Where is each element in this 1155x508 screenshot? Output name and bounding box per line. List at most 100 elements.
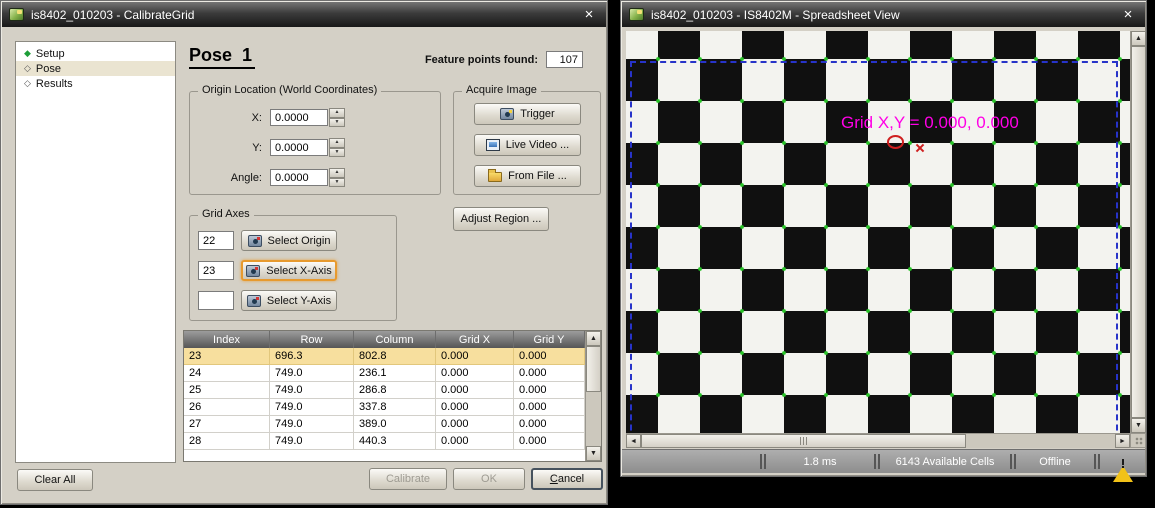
scroll-left-icon[interactable]: ◄: [626, 434, 641, 448]
acquisition-time-status: 1.8 ms: [767, 450, 873, 473]
spin-down-icon[interactable]: ▼: [329, 148, 345, 158]
from-file-button[interactable]: From File ...: [474, 165, 581, 187]
calibration-image-viewport[interactable]: Grid X,Y = 0.000, 0.000: [626, 31, 1130, 433]
table-header-cell[interactable]: Grid Y: [514, 331, 585, 348]
vertical-scrollbar[interactable]: ▲ ▼: [1130, 31, 1146, 433]
trigger-button[interactable]: Trigger: [474, 103, 581, 125]
table-header-cell[interactable]: Grid X: [436, 331, 514, 348]
origin-cell-input[interactable]: 22: [198, 231, 234, 250]
origin-marker-circle: [887, 135, 904, 149]
x-field-row: X: 0.0000 ▲ ▼: [198, 108, 345, 127]
table-row[interactable]: 24749.0236.10.0000.000: [184, 365, 585, 382]
tree-item-label: Pose: [36, 63, 61, 75]
folder-icon: [488, 172, 502, 182]
ok-button[interactable]: OK: [453, 468, 525, 490]
scroll-down-icon[interactable]: ▼: [1131, 418, 1146, 433]
origin-location-group: Origin Location (World Coordinates) X: 0…: [189, 91, 441, 195]
table-cell: 0.000: [514, 365, 585, 382]
tree-item-pose[interactable]: ◇ Pose: [16, 61, 175, 76]
window-title: is8402_010203 - IS8402M - Spreadsheet Vi…: [651, 8, 900, 22]
scrollbar-thumb[interactable]: [586, 346, 601, 392]
angle-input[interactable]: 0.0000: [270, 169, 328, 186]
table-cell: 440.3: [354, 433, 436, 450]
x-input[interactable]: 0.0000: [270, 109, 328, 126]
table-cell: 802.8: [354, 348, 436, 365]
spin-down-icon[interactable]: ▼: [329, 178, 345, 188]
scroll-down-icon[interactable]: ▼: [586, 446, 601, 461]
origin-axis-row: 22 Select Origin: [198, 230, 337, 251]
scrollbar-track[interactable]: [586, 392, 601, 446]
table-cell: 749.0: [270, 433, 354, 450]
spin-up-icon[interactable]: ▲: [329, 108, 345, 118]
tree-item-setup[interactable]: ◆ Setup: [16, 46, 175, 61]
select-y-axis-button[interactable]: Select Y-Axis: [241, 290, 337, 311]
table-header-cell[interactable]: Index: [184, 331, 270, 348]
origin-marker-cross: [915, 143, 925, 153]
live-video-button[interactable]: Live Video ...: [474, 134, 581, 156]
clear-all-button-label: Clear All: [35, 474, 76, 486]
camera-icon: [500, 108, 514, 120]
trigger-button-label: Trigger: [520, 108, 554, 120]
spreadsheet-view-titlebar[interactable]: is8402_010203 - IS8402M - Spreadsheet Vi…: [622, 2, 1145, 27]
spin-up-icon[interactable]: ▲: [329, 168, 345, 178]
close-icon[interactable]: ×: [1118, 7, 1138, 22]
grid-axes-group-label: Grid Axes: [198, 208, 254, 220]
grid-axes-group: Grid Axes 22 Select Origin 23 Select X-A…: [189, 215, 397, 321]
scrollbar-thumb[interactable]: [641, 434, 966, 448]
tree-item-label: Setup: [36, 48, 65, 60]
cancel-button[interactable]: Cancel: [531, 468, 603, 490]
table-row[interactable]: 26749.0337.80.0000.000: [184, 399, 585, 416]
angle-label: Angle:: [198, 172, 270, 184]
scroll-up-icon[interactable]: ▲: [586, 331, 601, 346]
live-video-button-label: Live Video ...: [506, 139, 569, 151]
close-icon[interactable]: ×: [579, 7, 599, 22]
angle-field-row: Angle: 0.0000 ▲ ▼: [198, 168, 345, 187]
horizontal-scrollbar[interactable]: ◄ ►: [626, 433, 1130, 448]
table-cell: 0.000: [436, 365, 514, 382]
table-row[interactable]: 25749.0286.80.0000.000: [184, 382, 585, 399]
table-header-cell[interactable]: Row: [270, 331, 354, 348]
scrollbar-thumb[interactable]: [1131, 46, 1146, 418]
spin-down-icon[interactable]: ▼: [329, 118, 345, 128]
table-scrollbar[interactable]: ▲ ▼: [585, 331, 601, 461]
table-cell: 24: [184, 365, 270, 382]
table-row[interactable]: 23696.3802.80.0000.000: [184, 348, 585, 365]
adjust-region-button[interactable]: Adjust Region ...: [453, 207, 549, 231]
calibrate-grid-titlebar[interactable]: is8402_010203 - CalibrateGrid ×: [2, 2, 606, 27]
y-input[interactable]: 0.0000: [270, 139, 328, 156]
clear-all-button[interactable]: Clear All: [17, 469, 93, 491]
tree-item-results[interactable]: ◇ Results: [16, 76, 175, 91]
hollow-diamond-icon: ◇: [24, 79, 31, 88]
scroll-up-icon[interactable]: ▲: [1131, 31, 1146, 46]
select-x-axis-button[interactable]: Select X-Axis: [241, 260, 337, 281]
table-header-row: IndexRowColumnGrid XGrid Y: [184, 331, 585, 348]
available-cells-status: 6143 Available Cells: [881, 450, 1009, 473]
calibrate-button[interactable]: Calibrate: [369, 468, 447, 490]
table-header-cell[interactable]: Column: [354, 331, 436, 348]
resize-grip[interactable]: [1130, 433, 1146, 448]
table-cell: 749.0: [270, 365, 354, 382]
connection-status: Offline: [1017, 450, 1093, 473]
pose-heading: Pose 1: [189, 45, 255, 69]
table-row[interactable]: 27749.0389.00.0000.000: [184, 416, 585, 433]
status-divider: [1009, 454, 1017, 469]
x-axis-cell-input[interactable]: 23: [198, 261, 234, 280]
table-cell: 0.000: [436, 433, 514, 450]
table-cell: 0.000: [436, 416, 514, 433]
scroll-right-icon[interactable]: ►: [1115, 434, 1130, 448]
y-axis-cell-input[interactable]: [198, 291, 234, 310]
table-row[interactable]: 28749.0440.30.0000.000: [184, 433, 585, 450]
table-cell: 0.000: [514, 416, 585, 433]
table-cell: 696.3: [270, 348, 354, 365]
scrollbar-track[interactable]: [966, 434, 1115, 448]
calibrate-button-label: Calibrate: [386, 473, 430, 485]
select-origin-button-label: Select Origin: [268, 235, 331, 247]
pose-tree: ◆ Setup ◇ Pose ◇ Results: [15, 41, 176, 463]
calibrate-grid-window: is8402_010203 - CalibrateGrid × ◆ Setup …: [0, 0, 608, 505]
select-origin-button[interactable]: Select Origin: [241, 230, 337, 251]
select-target-icon: [247, 295, 261, 307]
spin-up-icon[interactable]: ▲: [329, 138, 345, 148]
window-title: is8402_010203 - CalibrateGrid: [31, 8, 194, 22]
warning-status[interactable]: [1101, 450, 1145, 473]
y-axis-row: Select Y-Axis: [198, 290, 337, 311]
